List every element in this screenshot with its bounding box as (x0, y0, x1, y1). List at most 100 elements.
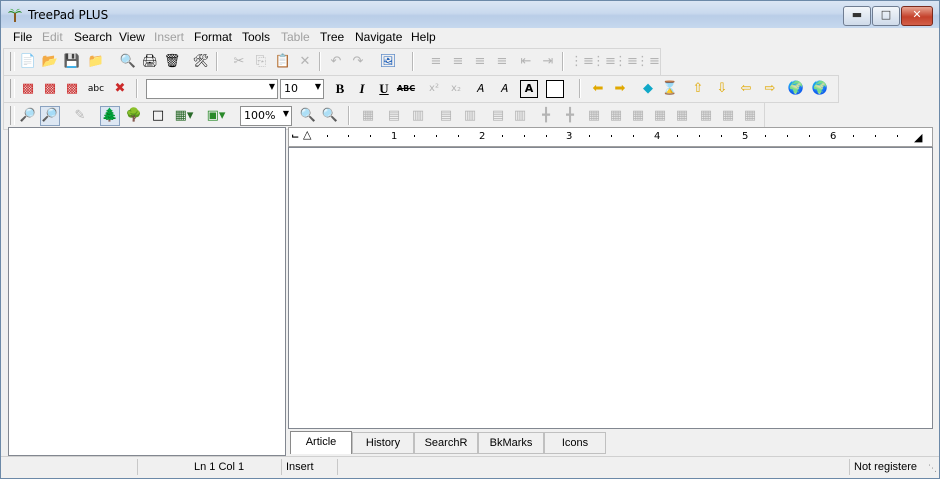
insert-node-icon[interactable]: ▩ (18, 79, 38, 99)
collapse-icon[interactable]: ⌛ (660, 79, 680, 99)
find-icon[interactable]: 🔎 (18, 106, 38, 126)
numbered-list-icon[interactable]: ⋮≡ (592, 52, 616, 72)
highlight-color-icon[interactable] (546, 80, 564, 98)
copy-icon[interactable]: ⎘ (251, 52, 271, 72)
toolbar-grip[interactable] (10, 52, 15, 71)
strikethrough-button[interactable]: ABC (396, 79, 416, 99)
grid3-icon[interactable]: ▦ (628, 106, 648, 126)
grid7-icon[interactable]: ▦ (718, 106, 738, 126)
open-folder-icon[interactable]: 📂 (40, 52, 60, 72)
trash-icon[interactable]: 🗑 (162, 52, 182, 72)
find-next-icon[interactable]: 🔎 (40, 106, 60, 126)
list-style-icon[interactable]: ⋮≡ (614, 52, 638, 72)
tree-icon[interactable]: 🌳 (124, 106, 144, 126)
clear-format-icon[interactable]: ✖ (110, 79, 130, 99)
delete-row-icon[interactable]: ▤ (436, 106, 456, 126)
spellcheck-icon[interactable]: abc (86, 79, 106, 99)
print-icon[interactable]: 🖨 (140, 52, 160, 72)
font-name-select[interactable]: ▼ (146, 79, 278, 99)
menu-navigate[interactable]: Navigate (355, 30, 402, 44)
subscript-icon[interactable]: x₂ (446, 79, 466, 99)
grid5-icon[interactable]: ▦ (672, 106, 692, 126)
toolbar-grip[interactable] (10, 79, 15, 98)
resize-grip-icon[interactable]: ⋱ (928, 464, 937, 474)
menu-table[interactable]: Table (281, 30, 310, 44)
add-sibling-icon[interactable]: ▩ (62, 79, 82, 99)
maximize-button[interactable]: □ (872, 6, 900, 26)
new-file-icon[interactable]: 📄 (18, 52, 38, 72)
article-editor[interactable] (288, 147, 933, 429)
tree-pane[interactable] (8, 127, 286, 456)
edit-disabled-icon[interactable]: ✎ (70, 106, 90, 126)
grid4-icon[interactable]: ▦ (650, 106, 670, 126)
dollar-icon[interactable]: ▣▾ (206, 106, 226, 126)
indent-icon[interactable]: ⇥ (538, 52, 558, 72)
globe-icon[interactable]: 🌍 (786, 79, 806, 99)
move-node-right-icon[interactable]: ➡ (610, 79, 630, 99)
redo-icon[interactable]: ↷ (348, 52, 368, 72)
menu-view[interactable]: View (119, 30, 145, 44)
cell-props-icon[interactable]: ╋ (536, 106, 556, 126)
title-bar[interactable]: TreePad PLUS ▬ □ ✕ (1, 1, 939, 28)
grid8-icon[interactable]: ▦ (740, 106, 760, 126)
bullet-list-icon[interactable]: ⋮≡ (570, 52, 594, 72)
delete-icon[interactable]: ✕ (295, 52, 315, 72)
shrink-font-icon[interactable]: 𝐴 (494, 79, 514, 99)
split-cells-icon[interactable]: ▥ (510, 106, 530, 126)
menu-tree[interactable]: Tree (320, 30, 344, 44)
italic-button[interactable]: I (352, 79, 372, 99)
left-indent-marker[interactable]: △ (303, 128, 311, 141)
cut-icon[interactable]: ✂ (229, 52, 249, 72)
paste-icon[interactable]: 📋 (273, 52, 293, 72)
tab-history[interactable]: History (352, 432, 414, 454)
menu-search[interactable]: Search (74, 30, 112, 44)
grow-font-icon[interactable]: 𝐴 (470, 79, 490, 99)
arrow-up-icon[interactable]: ⇧ (688, 79, 708, 99)
zoom-out-icon[interactable]: 🔍 (298, 106, 318, 126)
insert-col-icon[interactable]: ▥ (408, 106, 428, 126)
tab-stop-icon[interactable]: ⌙ (291, 131, 299, 142)
list-style2-icon[interactable]: ⋮≡ (636, 52, 660, 72)
tree-view-icon[interactable]: 🌲 (100, 106, 120, 126)
grid2-icon[interactable]: ▦ (606, 106, 626, 126)
minimize-button[interactable]: ▬ (843, 6, 871, 26)
page-icon[interactable]: □ (148, 106, 168, 126)
menu-help[interactable]: Help (411, 30, 436, 44)
grid-icon[interactable]: ▦ (584, 106, 604, 126)
menu-insert[interactable]: Insert (154, 30, 184, 44)
bold-button[interactable]: B (330, 79, 350, 99)
arrow-left-icon[interactable]: ⇦ (736, 79, 756, 99)
menu-file[interactable]: File (13, 30, 32, 44)
undo-icon[interactable]: ↶ (326, 52, 346, 72)
move-node-left-icon[interactable]: ⬅ (588, 79, 608, 99)
zoom-in-icon[interactable]: 🔍 (320, 106, 340, 126)
expand-icon[interactable]: ◆ (638, 79, 658, 99)
delete-col-icon[interactable]: ▥ (460, 106, 480, 126)
recent-files-icon[interactable]: 📁▾ (86, 52, 106, 89)
tab-bkmarks[interactable]: BkMarks (478, 432, 544, 454)
close-button[interactable]: ✕ (901, 6, 933, 26)
tab-searchr[interactable]: SearchR (414, 432, 478, 454)
save-icon[interactable]: 💾 (62, 52, 82, 72)
add-child-icon[interactable]: ▩ (40, 79, 60, 99)
arrow-right-icon[interactable]: ⇨ (760, 79, 780, 99)
menu-format[interactable]: Format (194, 30, 232, 44)
justify-icon[interactable]: ≡ (492, 52, 512, 72)
toolbar-grip[interactable] (10, 106, 15, 125)
insert-row-icon[interactable]: ▤ (384, 106, 404, 126)
globe-disabled-icon[interactable]: 🌍 (810, 79, 830, 99)
menu-tools[interactable]: Tools (242, 30, 270, 44)
insert-object-icon[interactable]: 🖼▾ (378, 52, 398, 89)
arrow-down-icon[interactable]: ⇩ (712, 79, 732, 99)
right-indent-marker[interactable]: ◢ (914, 131, 922, 144)
underline-button[interactable]: U (374, 79, 394, 99)
align-right-icon[interactable]: ≡ (470, 52, 490, 72)
merge-cells-icon[interactable]: ▤ (488, 106, 508, 126)
menu-edit[interactable]: Edit (42, 30, 63, 44)
cell-border-icon[interactable]: ╋ (560, 106, 580, 126)
tab-article[interactable]: Article (290, 431, 352, 454)
outdent-icon[interactable]: ⇤ (516, 52, 536, 72)
zoom-select[interactable]: 100% ▼ (240, 106, 292, 126)
align-left-icon[interactable]: ≡ (426, 52, 446, 72)
superscript-icon[interactable]: x² (424, 79, 444, 99)
